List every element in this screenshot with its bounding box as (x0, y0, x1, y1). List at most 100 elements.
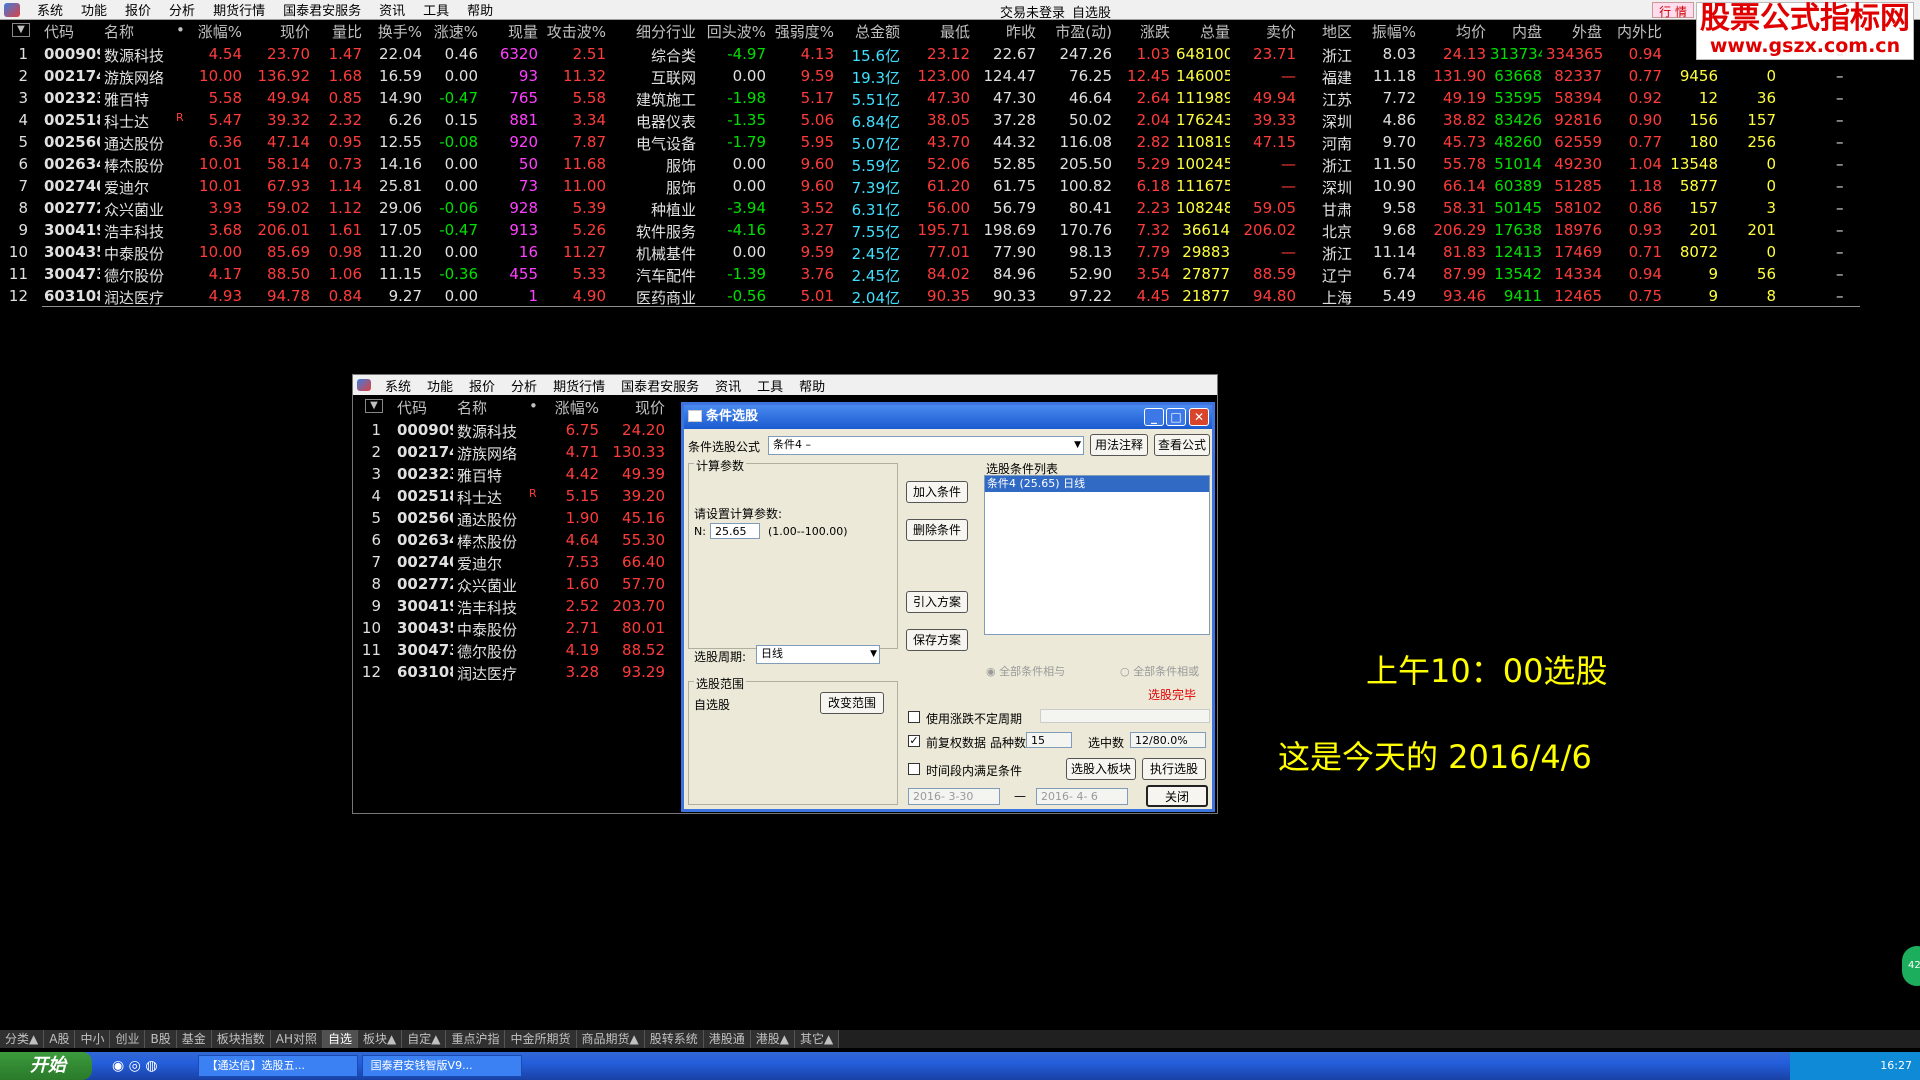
col-pullback[interactable]: 回头波% (700, 21, 766, 42)
tab-9[interactable]: 板块▲ (358, 1030, 403, 1048)
tab-7[interactable]: AH对照 (270, 1030, 323, 1048)
formula-select[interactable]: 条件4 – ▼ (768, 436, 1084, 455)
col-prev-close[interactable]: 昨收 (976, 21, 1036, 42)
taskbar-item-tdx[interactable]: 【通达信】选股五... (197, 1055, 358, 1077)
tab-10[interactable]: 自定▲ (402, 1030, 447, 1048)
sub-table-row[interactable]: 3 002323雅百特 4.42 49.39 (353, 465, 683, 487)
sub-menu-help[interactable]: 帮助 (791, 376, 833, 395)
col-attack[interactable]: 攻击波% (540, 21, 606, 42)
sub-table-row[interactable]: 10 300435中泰股份 2.71 80.01 (353, 619, 683, 641)
col-ask[interactable]: 卖价 (1240, 21, 1296, 42)
sub-col-code[interactable]: 代码 (397, 397, 437, 418)
col-name[interactable]: 名称 (104, 21, 144, 42)
menu-system[interactable]: 系统 (28, 0, 72, 19)
menu-service[interactable]: 国泰君安服务 (274, 0, 370, 19)
uncertain-period-checkbox[interactable] (908, 711, 920, 723)
close-button[interactable]: 关闭 (1146, 785, 1208, 807)
tab-15[interactable]: 港股通 (703, 1030, 751, 1048)
col-outer[interactable]: 外盘 (1546, 21, 1602, 42)
param-n-input[interactable]: 25.65 (710, 523, 760, 539)
radio-all-or[interactable]: ○ 全部条件相或 (1120, 663, 1199, 679)
col-total-vol[interactable]: 总量 (1176, 21, 1230, 42)
tab-17[interactable]: 其它▲ (795, 1030, 840, 1048)
sub-col-price[interactable]: 现价 (609, 397, 665, 418)
condition-list-item[interactable]: 条件4 (25.65) 日线 (985, 476, 1209, 492)
table-row[interactable]: 8 002772众兴菌业 3.93 59.02 1.12 29.06 -0.06 928 5.3… (0, 199, 1860, 221)
col-low[interactable]: 最低 (910, 21, 970, 42)
sub-menu-analysis[interactable]: 分析 (503, 376, 545, 395)
tab-4[interactable]: B股 (145, 1030, 177, 1048)
col-avg[interactable]: 均价 (1430, 21, 1486, 42)
col-amount[interactable]: 总金额 (840, 21, 900, 42)
sub-menu-info[interactable]: 资讯 (707, 376, 749, 395)
sub-table-row[interactable]: 7 002740爱迪尔 7.53 66.40 (353, 553, 683, 575)
change-range-button[interactable]: 改变范围 (820, 692, 884, 714)
quick-launch-icon[interactable]: ◉ ◎ ◍ (112, 1058, 158, 1074)
sub-menu-function[interactable]: 功能 (419, 376, 461, 395)
condition-list[interactable]: 条件4 (25.65) 日线 (984, 475, 1210, 635)
sub-table-row[interactable]: 8 002772众兴菌业 1.60 57.70 (353, 575, 683, 597)
sub-menu-system[interactable]: 系统 (377, 376, 419, 395)
minimize-icon[interactable]: _ (1144, 408, 1164, 426)
col-inner[interactable]: 内盘 (1490, 21, 1542, 42)
col-amplitude[interactable]: 振幅% (1360, 21, 1416, 42)
tab-13[interactable]: 商品期货▲ (576, 1030, 645, 1048)
adjust-checkbox[interactable]: ✓ (908, 735, 920, 747)
import-plan-button[interactable]: 引入方案 (906, 591, 968, 613)
save-plan-button[interactable]: 保存方案 (906, 629, 968, 651)
tab-3[interactable]: 创业 (110, 1030, 146, 1048)
sub-table-row[interactable]: 1 000909数源科技 6.75 24.20 (353, 421, 683, 443)
sub-col-name[interactable]: 名称 (457, 397, 497, 418)
view-formula-button[interactable]: 查看公式 (1154, 434, 1210, 456)
sub-table-row[interactable]: 6 002634棒杰股份 4.64 55.30 (353, 531, 683, 553)
col-in-out-ratio[interactable]: 内外比 (1606, 21, 1662, 42)
table-row[interactable]: 7 002740爱迪尔 10.01 67.93 1.14 25.81 0.00 73 11.00… (0, 177, 1860, 199)
table-row[interactable]: 4 002518科士达 R 5.47 39.32 2.32 6.26 0.15 881 3.34 电… (0, 111, 1860, 133)
sub-table-row[interactable]: 12 603108润达医疗 3.28 93.29 (353, 663, 683, 685)
col-region[interactable]: 地区 (1300, 21, 1352, 42)
tab-16[interactable]: 港股▲ (750, 1030, 795, 1048)
tab-14[interactable]: 股转系统 (644, 1030, 704, 1048)
tab-1[interactable]: A股 (44, 1030, 76, 1048)
table-row[interactable]: 3 002323雅百特 5.58 49.94 0.85 14.90 -0.47 765 5.58… (0, 89, 1860, 111)
col-vol-ratio[interactable]: 量比 (316, 21, 362, 42)
col-industry[interactable]: 细分行业 (620, 21, 696, 42)
column-menu-icon[interactable]: ▼ (12, 23, 30, 37)
date-to-select[interactable]: 2016- 4- 6 (1036, 788, 1128, 805)
time-range-checkbox[interactable] (908, 763, 920, 775)
col-pe[interactable]: 市盈(动) (1040, 21, 1112, 42)
table-row[interactable]: 9 300419浩丰科技 3.68 206.01 1.61 17.05 -0.47 913 5.… (0, 221, 1860, 243)
tab-8[interactable]: 自选 (322, 1030, 358, 1048)
sub-column-menu-icon[interactable]: ▼ (365, 399, 383, 413)
sub-table-row[interactable]: 11 300473德尔股份 4.19 88.52 (353, 641, 683, 663)
execute-button[interactable]: 执行选股 (1142, 758, 1206, 780)
date-from-select[interactable]: 2016- 3-30 (908, 788, 1000, 805)
table-row[interactable]: 10 300435中泰股份 10.00 85.69 0.98 11.20 0.00 16 11.… (0, 243, 1860, 265)
col-cur-vol[interactable]: 现量 (490, 21, 538, 42)
col-code[interactable]: 代码 (44, 21, 84, 42)
tab-12[interactable]: 中金所期货 (505, 1030, 577, 1048)
menu-futures[interactable]: 期货行情 (204, 0, 274, 19)
floating-badge-icon[interactable]: 42 (1902, 946, 1920, 986)
table-row[interactable]: 1 000909数源科技 4.54 23.70 1.47 22.04 0.46 6320 2.5… (0, 45, 1860, 67)
col-speed[interactable]: 涨速% (426, 21, 478, 42)
menu-quote[interactable]: 报价 (116, 0, 160, 19)
menu-help[interactable]: 帮助 (458, 0, 502, 19)
delete-condition-button[interactable]: 删除条件 (906, 519, 968, 541)
tab-2[interactable]: 中小 (75, 1030, 111, 1048)
sub-table-row[interactable]: 4 002518科士达 R 5.15 39.20 (353, 487, 683, 509)
maximize-icon[interactable]: □ (1166, 408, 1186, 426)
close-icon[interactable]: ✕ (1189, 408, 1209, 426)
usage-notes-button[interactable]: 用法注释 (1090, 434, 1148, 456)
tab-11[interactable]: 重点沪指 (446, 1030, 506, 1048)
tab-6[interactable]: 板块指数 (211, 1030, 271, 1048)
sub-table-row[interactable]: 9 300419浩丰科技 2.52 203.70 (353, 597, 683, 619)
sub-col-change-pct[interactable]: 涨幅% (543, 397, 599, 418)
menu-tools[interactable]: 工具 (414, 0, 458, 19)
table-row[interactable]: 5 002560通达股份 6.36 47.14 0.95 12.55 -0.08 920 7.8… (0, 133, 1860, 155)
sub-table-row[interactable]: 5 002560通达股份 1.90 45.16 (353, 509, 683, 531)
sub-menu-futures[interactable]: 期货行情 (545, 376, 613, 395)
start-button[interactable]: 开始 (0, 1052, 92, 1080)
menu-function[interactable]: 功能 (72, 0, 116, 19)
menu-info[interactable]: 资讯 (370, 0, 414, 19)
